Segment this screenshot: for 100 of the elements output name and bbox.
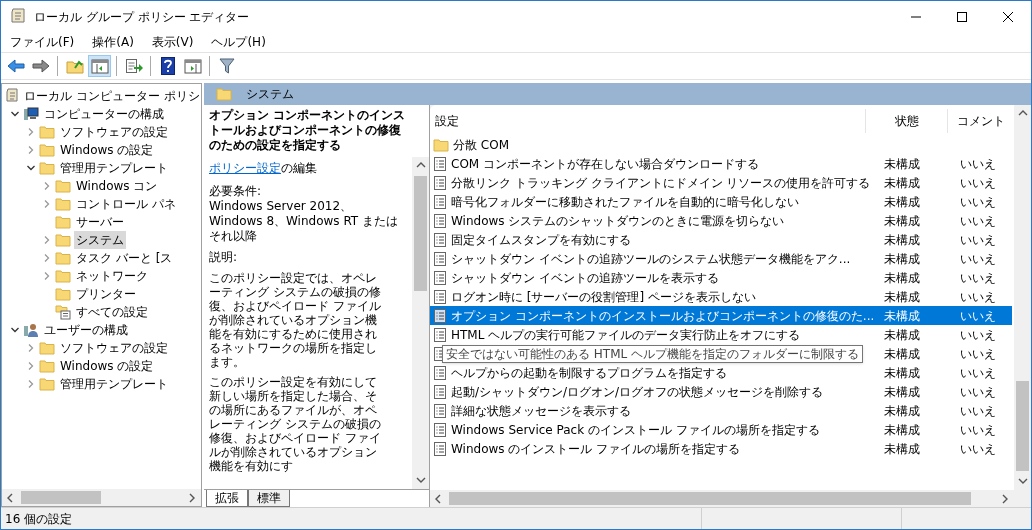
setting-name: ログオン時に [サーバーの役割管理] ページを表示しない — [451, 288, 756, 306]
comment-cell-text: いいえ — [960, 288, 996, 306]
comment-cell-text: いいえ — [960, 250, 996, 268]
state-cell-text: 未構成 — [884, 383, 920, 401]
state-cell-text: 未構成 — [884, 402, 920, 420]
vertical-scrollbar[interactable] — [412, 157, 429, 489]
table-row[interactable]: オプション コンポーネントのインストールおよびコンポーネントの修復のた... 未構成 いいえ — [430, 306, 1012, 325]
scrollbar-thumb[interactable] — [1016, 381, 1029, 471]
state-cell-text: 未構成 — [884, 440, 920, 458]
policy-icon — [433, 231, 447, 248]
menu-item[interactable]: ファイル(F) — [1, 32, 84, 52]
comment-cell-text: いいえ — [960, 402, 996, 420]
table-row[interactable]: 分散リンク トラッキング クライアントにドメイン リソースの使用を許可する 未構成 いいえ — [430, 173, 1012, 192]
tree-item[interactable]: ネットワーク — [74, 267, 150, 285]
folder-icon — [55, 197, 71, 211]
table-row[interactable]: Windows Service Pack のインストール ファイルの場所を指定する 未構成 いいえ — [430, 420, 1012, 439]
tree-item[interactable]: ソフトウェアの設定 — [58, 123, 170, 141]
policy-icon — [433, 174, 447, 191]
table-row[interactable]: シャットダウン イベントの追跡ツールを表示する 未構成 いいえ — [430, 268, 1012, 287]
back-arrow-icon — [6, 59, 25, 73]
tree-item[interactable]: ローカル コンピューター ポリシ — [22, 87, 201, 105]
chevron-down-icon[interactable] — [10, 325, 20, 335]
setting-name: ヘルプからの起動を制限するプログラムを指定する — [451, 364, 727, 382]
state-cell-text: 未構成 — [884, 421, 920, 439]
horizontal-scrollbar[interactable] — [2, 489, 201, 506]
table-row[interactable]: ヘルプからの起動を制限するプログラムを指定する 未構成 いいえ — [430, 363, 1012, 382]
table-row[interactable]: 起動/シャットダウン/ログオン/ログオフの状態メッセージを削除する 未構成 いいえ — [430, 382, 1012, 401]
comment-cell-text: いいえ — [960, 231, 996, 249]
table-row[interactable]: 暗号化フォルダーに移動されたファイルを自動的に暗号化しない 未構成 いいえ — [430, 192, 1012, 211]
folder-icon — [55, 233, 71, 247]
tree-item[interactable]: Windows コン — [74, 177, 160, 195]
folder-icon — [55, 287, 71, 301]
state-cell-text: 未構成 — [884, 307, 920, 325]
policy-settings-link[interactable]: ポリシー設定 — [209, 161, 281, 176]
table-row[interactable]: 固定タイムスタンプを有効にする 未構成 いいえ — [430, 230, 1012, 249]
view-tab[interactable]: 標準 — [248, 490, 290, 507]
setting-name: COM コンポーネントが存在しない場合ダウンロードする — [451, 155, 759, 173]
requirements-label: 必要条件: — [209, 184, 263, 199]
folder-icon — [55, 251, 71, 265]
policy-icon — [433, 402, 447, 419]
table-row[interactable]: ログオン時に [サーバーの役割管理] ページを表示しない 未構成 いいえ — [430, 287, 1012, 306]
console-tree-icon — [90, 58, 109, 74]
menu-item[interactable]: 操作(A) — [83, 32, 143, 52]
forward-arrow-icon — [31, 59, 50, 73]
state-cell-text: 未構成 — [884, 212, 920, 230]
close-icon — [1003, 11, 1013, 22]
tree-item[interactable]: ユーザーの構成 — [42, 321, 130, 339]
state-cell-text: 未構成 — [884, 288, 920, 306]
tree-item[interactable]: 管理用テンプレート — [58, 159, 170, 177]
tree-item[interactable]: 管理用テンプレート — [58, 375, 170, 393]
description-paragraph: このポリシー設定では、オペレーティング システムの破損の修復、およびペイロード ファイルが削除されているオプション機能を有効にするために使用されるネットワークの場所を指定します。 — [209, 271, 382, 369]
table-row[interactable]: シャットダウン イベントの追跡ツールのシステム状態データ機能をアク... 未構成 いいえ — [430, 249, 1012, 268]
tree-item[interactable]: サーバー — [74, 213, 126, 231]
folder-icon — [39, 125, 55, 139]
vertical-scrollbar[interactable] — [1014, 105, 1031, 490]
tree-item[interactable]: ソフトウェアの設定 — [58, 339, 170, 357]
column-header[interactable]: 設定 — [430, 109, 866, 133]
tree-item[interactable]: タスク バーと [ス — [74, 249, 175, 267]
column-header[interactable]: 状態 — [866, 109, 948, 133]
scrollbar-thumb[interactable] — [449, 492, 971, 505]
tree-item[interactable]: Windows の設定 — [58, 357, 156, 375]
folder-icon — [55, 269, 71, 283]
column-header[interactable]: コメント — [948, 109, 1014, 133]
folder-icon — [433, 137, 449, 152]
table-row[interactable]: Windows システムのシャットダウンのときに電源を切らない 未構成 いいえ — [430, 211, 1012, 230]
scrollbar-thumb[interactable] — [21, 491, 101, 504]
table-row[interactable]: Windows のインストール ファイルの場所を指定する 未構成 いいえ — [430, 439, 1012, 458]
requirements-text: Windows Server 2012、Windows 8、Windows RT またはそれ以降 — [209, 199, 399, 244]
tree-item[interactable]: システム — [74, 231, 126, 249]
view-tab[interactable]: 拡張 — [206, 490, 248, 507]
tree-item[interactable]: コントロール パネ — [74, 195, 178, 213]
setting-name: 分散リンク トラッキング クライアントにドメイン リソースの使用を許可する — [451, 174, 871, 192]
policy-icon — [433, 269, 447, 286]
setting-name: Windows のインストール ファイルの場所を指定する — [451, 440, 741, 458]
folder-up-icon — [65, 58, 84, 74]
comment-cell-text: いいえ — [960, 440, 996, 458]
chevron-down-icon[interactable] — [10, 109, 20, 119]
state-cell-text: 未構成 — [884, 364, 920, 382]
setting-name: HTML ヘルプの実行可能ファイルのデータ実行防止をオフにする — [451, 326, 801, 344]
tree-item[interactable]: すべての設定 — [74, 303, 150, 321]
tree-item[interactable]: Windows の設定 — [58, 141, 156, 159]
comment-cell-text: いいえ — [960, 193, 996, 211]
user-icon — [23, 322, 39, 338]
scrollbar-thumb[interactable] — [414, 176, 427, 291]
folder-icon — [39, 143, 55, 157]
table-row[interactable]: 詳細な状態メッセージを表示する 未構成 いいえ — [430, 401, 1012, 420]
chevron-down-icon[interactable] — [26, 163, 36, 173]
folder-icon — [39, 377, 55, 391]
setting-name: シャットダウン イベントの追跡ツールを表示する — [451, 269, 719, 287]
menu-item[interactable]: 表示(V) — [142, 32, 203, 52]
table-row[interactable]: 分散 COM — [430, 135, 1012, 154]
folder-icon — [55, 179, 71, 193]
tree-item[interactable]: プリンター — [74, 285, 138, 303]
tooltip: 安全ではない可能性のある HTML ヘルプ機能を指定のフォルダーに制限する — [442, 344, 864, 363]
table-row[interactable]: COM コンポーネントが存在しない場合ダウンロードする 未構成 いいえ — [430, 154, 1012, 173]
policy-icon — [433, 326, 447, 343]
table-row[interactable]: 安全ではない可能性のある HTML ヘルプ機能を指定のフォルダーに制限する 未構成 いいえ — [430, 344, 1012, 363]
tree-item[interactable]: コンピューターの構成 — [42, 105, 166, 123]
menu-item[interactable]: ヘルプ(H) — [202, 32, 275, 52]
table-row[interactable]: HTML ヘルプの実行可能ファイルのデータ実行防止をオフにする 未構成 いいえ — [430, 325, 1012, 344]
